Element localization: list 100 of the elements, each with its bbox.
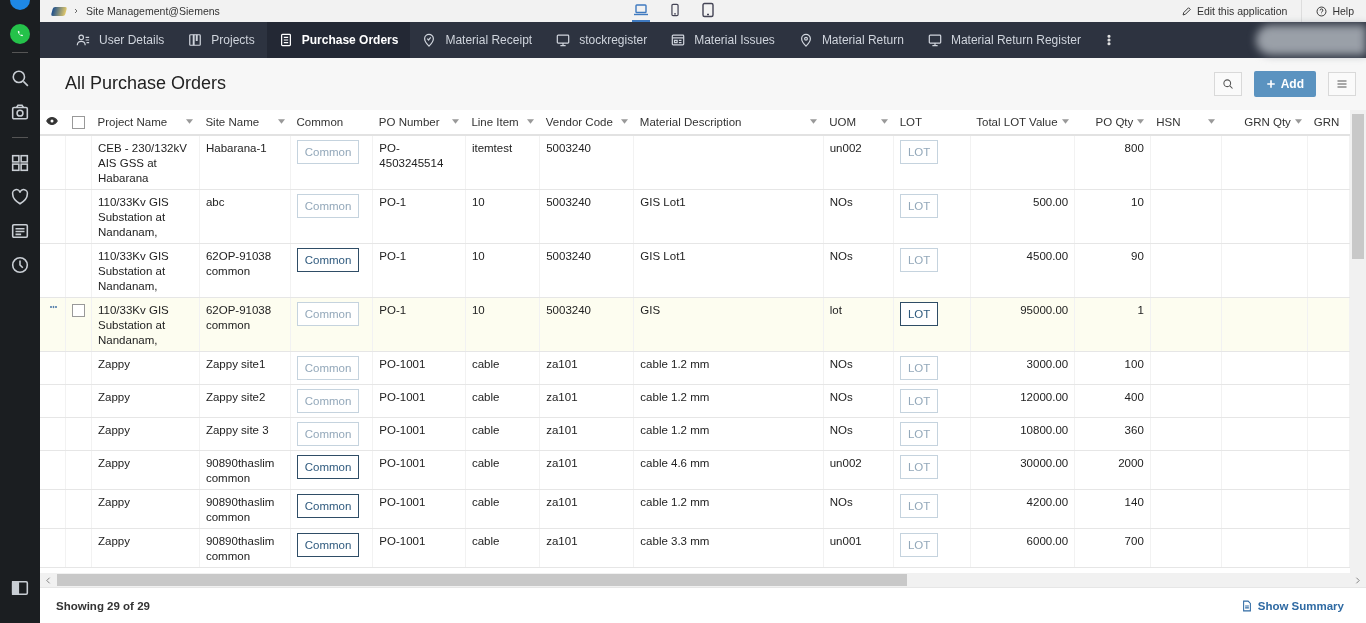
table-cell: 30000.00	[1020, 456, 1069, 469]
show-summary-link[interactable]: Show Summary	[1240, 599, 1344, 612]
table-cell: 62OP-91038 common	[205, 303, 272, 331]
panel-toggle-icon	[11, 579, 29, 597]
table-cell: GIS	[640, 303, 661, 316]
table-cell: un002	[829, 456, 862, 469]
table-cell: CEB - 230/132kV AIS GSS at Habarana	[98, 141, 187, 184]
table-cell: cable	[471, 390, 500, 403]
camera-icon	[11, 103, 29, 121]
column-header[interactable]: Material Description	[639, 115, 818, 128]
menu-button[interactable]	[1328, 71, 1356, 96]
search-icon	[11, 69, 29, 87]
breadcrumb[interactable]: Site Management@Siemens	[86, 5, 220, 17]
table-cell: za101	[546, 534, 578, 547]
board-icon	[188, 32, 203, 47]
help-icon	[1316, 5, 1328, 17]
common-button[interactable]: Common	[297, 247, 360, 272]
lot-button[interactable]: LOT	[900, 301, 939, 326]
chevron-left-icon	[44, 575, 53, 585]
table-cell: 90890thaslim common	[205, 456, 275, 484]
search-button[interactable]	[1213, 71, 1242, 96]
table-cell: cable 1.2 mm	[640, 357, 710, 370]
table-cell: 700	[1124, 534, 1144, 547]
tablet-icon	[700, 2, 716, 18]
table-cell: cable	[471, 423, 500, 436]
vertical-scrollbar[interactable]	[1350, 109, 1366, 574]
column-header[interactable]: GRN	[1313, 115, 1344, 128]
column-header[interactable]: Line Item	[471, 115, 534, 128]
nav-tab[interactable]: Purchase Orders	[266, 22, 411, 58]
eye-icon	[46, 114, 58, 127]
sort-caret-icon	[1294, 119, 1302, 125]
table-cell: Zappy site 3	[205, 423, 269, 436]
table-cell: 140	[1124, 495, 1144, 508]
table-cell: Zappy site1	[205, 357, 266, 370]
horizontal-scrollbar[interactable]	[40, 573, 1366, 588]
select-all-checkbox[interactable]	[71, 115, 85, 129]
sort-caret-icon	[1061, 119, 1069, 125]
column-header[interactable]: Vendor Code	[545, 115, 628, 128]
nav-tab[interactable]: Projects	[176, 22, 267, 58]
table-cell: 90890thaslim common	[205, 534, 275, 562]
table-cell: NOs	[829, 423, 853, 436]
phone-icon	[668, 2, 682, 18]
table-cell: un002	[829, 141, 862, 154]
column-header[interactable]: Total LOT Value	[976, 115, 1069, 128]
table-cell: lot	[829, 303, 842, 316]
sort-caret-icon	[620, 119, 628, 125]
nav-tab[interactable]: Material Return Register	[915, 22, 1093, 58]
table-cell: Zappy	[98, 423, 130, 436]
chevron-icon	[72, 7, 80, 15]
nav-tab[interactable]: Material Issues	[659, 22, 787, 58]
column-header[interactable]: Project Name	[97, 115, 194, 128]
table-cell: 10800.00	[1020, 423, 1069, 436]
column-header[interactable]: Site Name	[205, 115, 285, 128]
table-cell: 5003240	[546, 195, 591, 208]
table-cell: Zappy	[98, 534, 130, 547]
table-cell: cable 1.2 mm	[640, 390, 710, 403]
common-button[interactable]: Common	[297, 493, 360, 518]
table-cell: PO-1	[379, 303, 407, 316]
nav-tab[interactable]: Material Return	[786, 22, 916, 58]
table-cell: 110/33Kv GIS Substation at Nandanam,	[98, 303, 169, 346]
table-cell: 1	[1137, 303, 1144, 316]
table-cell: za101	[546, 423, 578, 436]
table-cell: 10	[471, 249, 485, 262]
table-cell: cable	[471, 495, 500, 508]
table-cell: NOs	[829, 195, 853, 208]
table-cell: Zappy	[98, 390, 130, 403]
table-cell: 110/33Kv GIS Substation at Nandanam,	[98, 195, 169, 238]
table-cell: 90890thaslim common	[205, 495, 275, 523]
column-header[interactable]: UOM	[829, 115, 888, 128]
table-cell: itemtest	[471, 141, 513, 154]
table-cell: cable 1.2 mm	[640, 423, 710, 436]
nav-tab[interactable]: User Details	[64, 22, 177, 58]
table-cell: 10	[471, 195, 485, 208]
common-button[interactable]: Common	[297, 532, 360, 557]
table-cell: PO-1	[379, 249, 407, 262]
users-icon	[76, 32, 90, 47]
record-count: Showing 29 of 29	[56, 599, 150, 612]
column-header[interactable]: Common	[296, 115, 367, 128]
laptop-icon	[632, 2, 650, 18]
sort-caret-icon	[880, 119, 888, 125]
row-checkbox[interactable]	[72, 304, 85, 318]
edit-link[interactable]: Edit this application	[1166, 0, 1302, 22]
table-cell: Zappy	[98, 456, 130, 469]
column-header[interactable]: GRN Qty	[1227, 115, 1302, 128]
column-header[interactable]: PO Qty	[1080, 115, 1145, 128]
monitor-icon	[927, 32, 942, 47]
column-header[interactable]: PO Number	[378, 115, 460, 128]
nav-tab[interactable]: stockregister	[544, 22, 660, 58]
nav-tab[interactable]: Material Receipt	[410, 22, 545, 58]
table-cell: PO-1001	[379, 423, 426, 436]
common-button[interactable]: Common	[297, 454, 360, 479]
table-cell: PO-1001	[379, 495, 426, 508]
whatsapp-icon[interactable]	[10, 24, 30, 44]
table-cell: 100	[1124, 357, 1144, 370]
table-cell: 10	[471, 303, 485, 316]
table-cell: GIS Lot1	[640, 249, 686, 262]
menu-icon	[1336, 77, 1348, 90]
column-header[interactable]: LOT	[899, 115, 965, 128]
table-cell: 800	[1124, 141, 1144, 154]
column-header[interactable]: HSN	[1156, 115, 1216, 128]
